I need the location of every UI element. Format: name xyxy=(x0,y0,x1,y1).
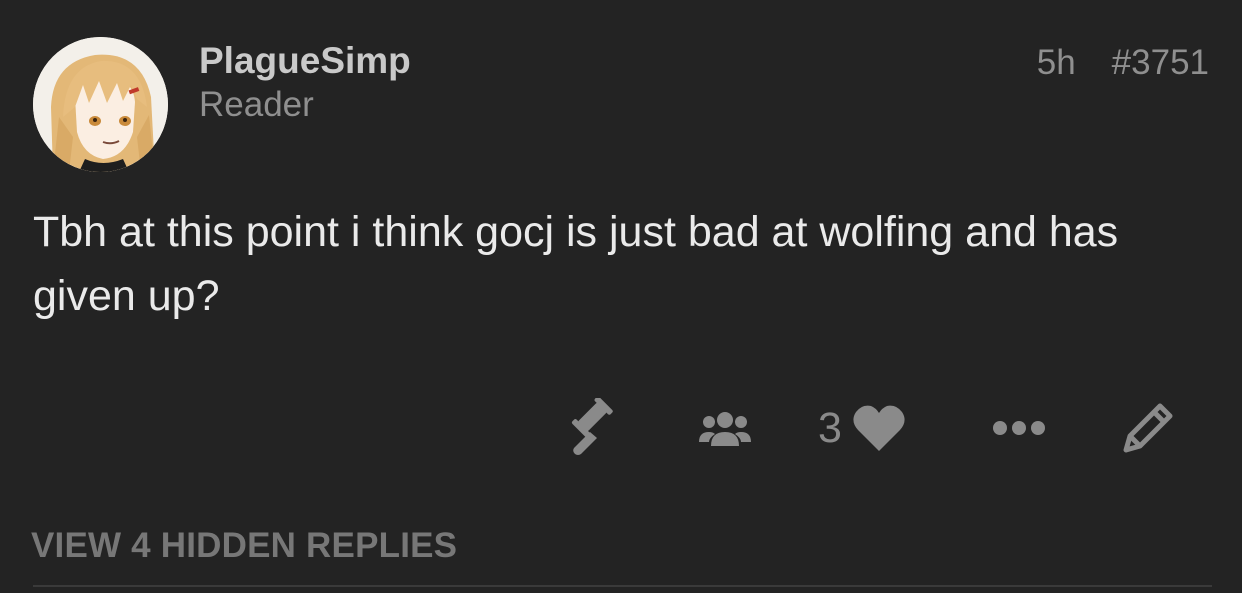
forum-post: PlagueSimp Reader 5h #3751 Tbh at this p… xyxy=(0,0,1242,593)
more-button[interactable] xyxy=(992,396,1046,460)
post-number[interactable]: #3751 xyxy=(1112,42,1209,84)
ellipsis-icon xyxy=(993,421,1045,435)
pencil-icon xyxy=(1123,403,1173,453)
heart-icon xyxy=(853,405,905,451)
post-meta: 5h #3751 xyxy=(1037,42,1209,84)
author-name[interactable]: PlagueSimp xyxy=(199,39,411,83)
divider xyxy=(33,585,1212,587)
like-count: 3 xyxy=(818,404,842,452)
users-button[interactable] xyxy=(697,396,753,460)
avatar-image xyxy=(33,37,168,172)
post-body: Tbh at this point i think gocj is just b… xyxy=(33,208,1119,320)
post-timestamp[interactable]: 5h xyxy=(1037,42,1076,84)
moderate-button[interactable] xyxy=(568,396,624,460)
view-hidden-replies-link[interactable]: VIEW 4 HIDDEN REPLIES xyxy=(31,525,457,567)
gavel-icon xyxy=(571,398,613,455)
users-icon xyxy=(699,412,751,446)
post-actions: 3 xyxy=(0,396,1242,460)
edit-button[interactable] xyxy=(1120,396,1176,460)
avatar[interactable] xyxy=(33,37,168,172)
like-button[interactable]: 3 xyxy=(818,396,906,460)
author-role: Reader xyxy=(199,85,314,124)
